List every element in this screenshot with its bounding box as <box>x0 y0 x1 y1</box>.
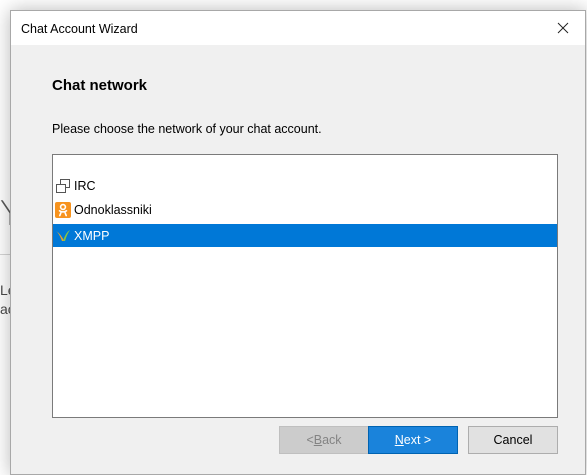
network-label: IRC <box>74 178 96 193</box>
irc-icon <box>55 178 71 194</box>
back-button[interactable]: < Back <box>279 426 369 454</box>
cancel-button[interactable]: Cancel <box>468 426 558 454</box>
network-label: XMPP <box>74 228 110 243</box>
network-item-irc[interactable]: IRC <box>53 174 557 197</box>
back-button-prefix: < <box>306 433 314 447</box>
back-button-rest: ack <box>322 433 342 447</box>
chat-account-wizard-dialog: Chat Account Wizard Chat network Please … <box>10 10 586 475</box>
page-heading: Chat network <box>52 77 148 94</box>
page-description: Please choose the network of your chat a… <box>52 122 322 136</box>
close-button[interactable] <box>541 11 585 45</box>
odnoklassniki-icon <box>55 201 71 218</box>
window-title: Chat Account Wizard <box>21 22 138 36</box>
next-button-mnemonic: N <box>394 433 404 447</box>
next-button[interactable]: Next > <box>368 426 458 454</box>
title-bar: Chat Account Wizard <box>11 11 585 45</box>
back-button-mnemonic: B <box>313 433 323 447</box>
network-list[interactable]: IRC Odnoklassniki XMPP <box>52 154 558 418</box>
close-icon <box>557 22 569 34</box>
next-button-rest: ext > <box>403 433 432 447</box>
xmpp-icon <box>55 228 71 244</box>
network-item-xmpp[interactable]: XMPP <box>53 224 557 247</box>
network-label: Odnoklassniki <box>74 202 152 217</box>
network-item-odnoklassniki[interactable]: Odnoklassniki <box>53 198 557 221</box>
